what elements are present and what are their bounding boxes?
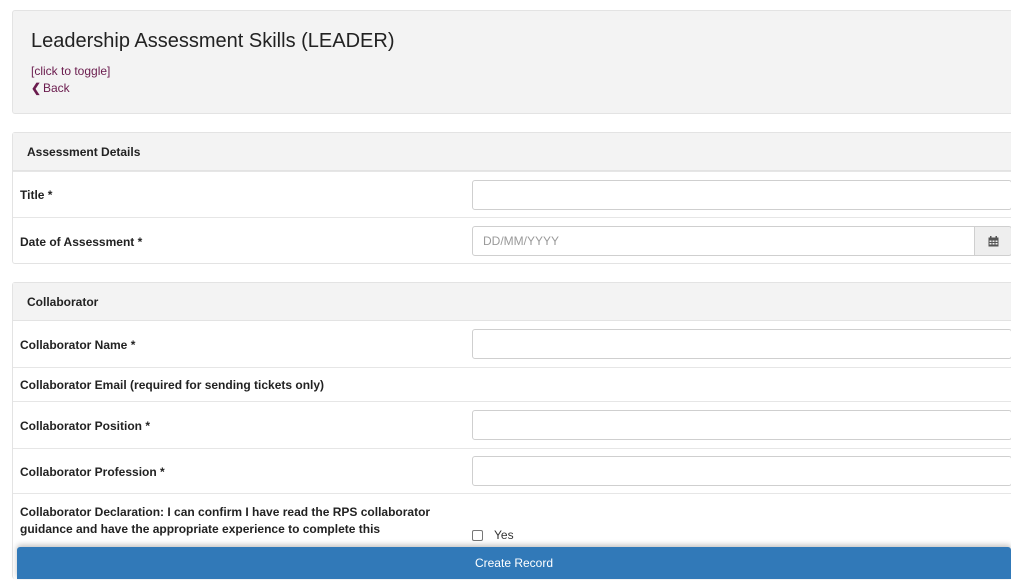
date-row: Date of Assessment * (13, 217, 1011, 264)
date-input[interactable] (472, 226, 975, 256)
collaborator-position-row: Collaborator Position * (13, 401, 1011, 448)
collaborator-position-label: Collaborator Position * (20, 419, 151, 433)
title-label: Title * (20, 188, 53, 202)
collaborator-position-input[interactable] (472, 410, 1011, 440)
calendar-icon (988, 235, 998, 246)
title-input[interactable] (472, 180, 1011, 210)
collaborator-email-label: Collaborator Email (required for sending… (20, 378, 325, 392)
collaborator-heading: Collaborator (13, 283, 1011, 321)
date-label: Date of Assessment * (20, 235, 143, 249)
collaborator-profession-label: Collaborator Profession * (20, 465, 165, 479)
collaborator-declaration-text: Collaborator Declaration: I can confirm … (20, 505, 431, 536)
back-link-label: Back (43, 81, 70, 95)
collaborator-email-row: Collaborator Email (required for sending… (13, 367, 1011, 401)
back-link[interactable]: ❮ Back (31, 81, 70, 95)
page-title: Leadership Assessment Skills (LEADER) (31, 30, 395, 52)
collaborator-profession-input[interactable] (472, 456, 1011, 486)
create-record-button[interactable]: Create Record (17, 547, 1011, 579)
collaborator-section: Collaborator Collaborator Name * Collabo… (12, 282, 1011, 579)
title-row: Title * (13, 171, 1011, 217)
declaration-yes-label: Yes (494, 528, 514, 542)
page-header-panel: Leadership Assessment Skills (LEADER) [c… (12, 10, 1011, 114)
collaborator-name-label: Collaborator Name * (20, 338, 136, 352)
assessment-details-section: Assessment Details Title * Date of Asses… (12, 132, 1011, 264)
declaration-yes-checkbox[interactable] (472, 530, 483, 541)
collaborator-name-row: Collaborator Name * (13, 321, 1011, 367)
toggle-link[interactable]: [click to toggle] (31, 64, 110, 78)
collaborator-profession-row: Collaborator Profession * (13, 448, 1011, 493)
calendar-button[interactable] (975, 226, 1011, 256)
assessment-details-heading: Assessment Details (13, 133, 1011, 171)
collaborator-name-input[interactable] (472, 329, 1011, 359)
chevron-left-icon: ❮ (31, 81, 42, 95)
